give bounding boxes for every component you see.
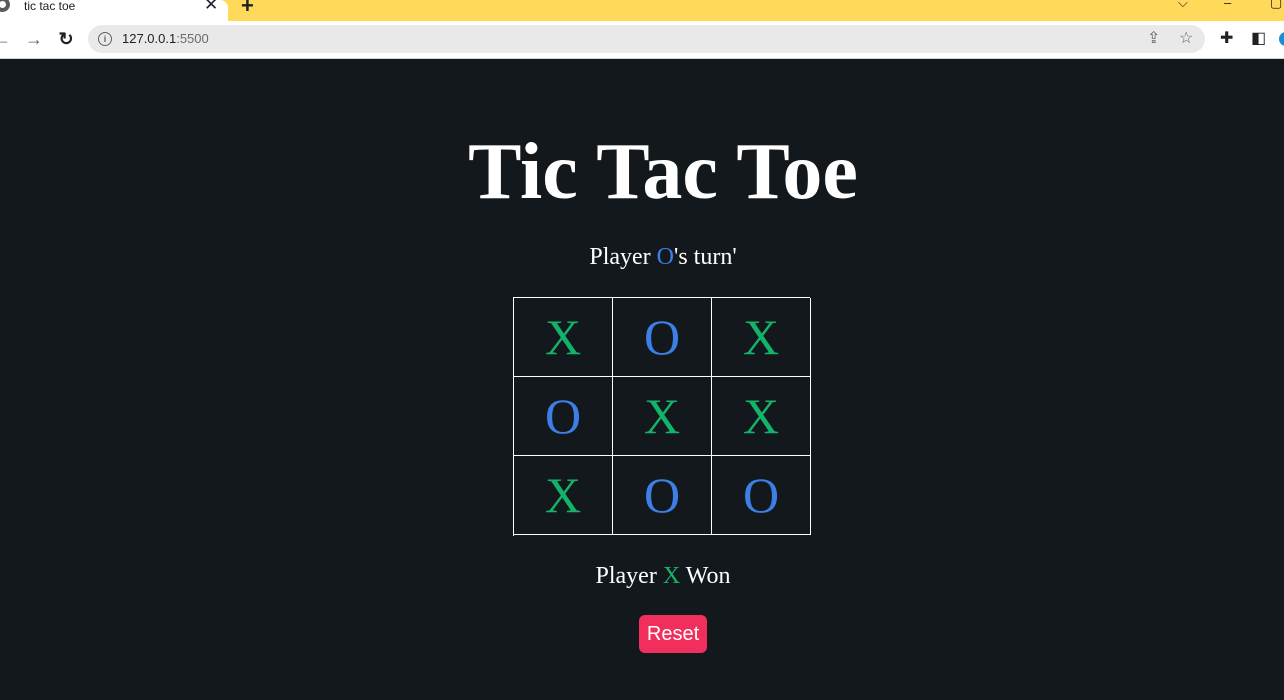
board-cell[interactable]: O [613, 298, 712, 377]
share-icon[interactable]: ⇪ [1147, 30, 1160, 48]
winner-mark: X [662, 563, 681, 589]
address-bar[interactable]: i 127.0.0.1:5500 ⇪ ☆ [88, 25, 1205, 53]
url-port: :5500 [176, 31, 209, 46]
globe-icon [0, 0, 10, 12]
turn-suffix: 's turn' [674, 244, 737, 270]
board-cell[interactable]: X [712, 298, 811, 377]
board-cell[interactable]: X [712, 377, 811, 456]
browser-tab[interactable]: tic tac toe ✕ [0, 0, 228, 21]
back-icon[interactable]: ← [0, 29, 12, 49]
game-board: X O X O X X X O O [513, 297, 811, 536]
board-cell[interactable]: X [613, 377, 712, 456]
board-cell[interactable]: O [613, 456, 712, 535]
board-cell[interactable]: X [514, 298, 613, 377]
close-tab-icon[interactable]: ✕ [204, 0, 218, 14]
info-icon[interactable]: i [98, 32, 112, 46]
result-suffix: Won [680, 563, 731, 589]
turn-player-mark: O [656, 244, 674, 270]
board-cell[interactable]: O [712, 456, 811, 535]
url-host: 127.0.0.1 [122, 31, 177, 46]
tab-title: tic tac toe [24, 0, 76, 13]
maximize-icon[interactable]: ▢ [1270, 0, 1282, 10]
tab-search-icon[interactable]: ⌵ [1178, 0, 1188, 10]
turn-indicator: Player O's turn' [0, 242, 1284, 272]
tab-strip: tic tac toe ✕ + ⌵ – ▢ [0, 0, 1284, 21]
turn-prefix: Player [589, 244, 657, 270]
new-tab-icon[interactable]: + [241, 0, 254, 17]
minimize-icon[interactable]: – [1224, 0, 1231, 10]
url-text[interactable]: 127.0.0.1:5500 [122, 31, 209, 47]
page-content: Tic Tac Toe Player O's turn' X O X O X X… [0, 59, 1284, 700]
board-cell[interactable]: O [514, 377, 613, 456]
reload-icon[interactable]: ↻ [56, 29, 76, 49]
board-cell[interactable]: X [514, 456, 613, 535]
profile-icon[interactable] [1279, 32, 1284, 46]
reset-button[interactable]: Reset [639, 615, 707, 653]
result-message: Player X Won [0, 561, 1284, 591]
browser-toolbar: ← → ↻ i 127.0.0.1:5500 ⇪ ☆ ✚ ◧ [0, 21, 1284, 59]
result-prefix: Player [595, 563, 663, 589]
sidebar-icon[interactable]: ◧ [1251, 30, 1266, 48]
forward-icon[interactable]: → [24, 29, 44, 49]
star-icon[interactable]: ☆ [1179, 30, 1193, 48]
extensions-icon[interactable]: ✚ [1220, 30, 1233, 48]
page-title: Tic Tac Toe [468, 128, 858, 216]
